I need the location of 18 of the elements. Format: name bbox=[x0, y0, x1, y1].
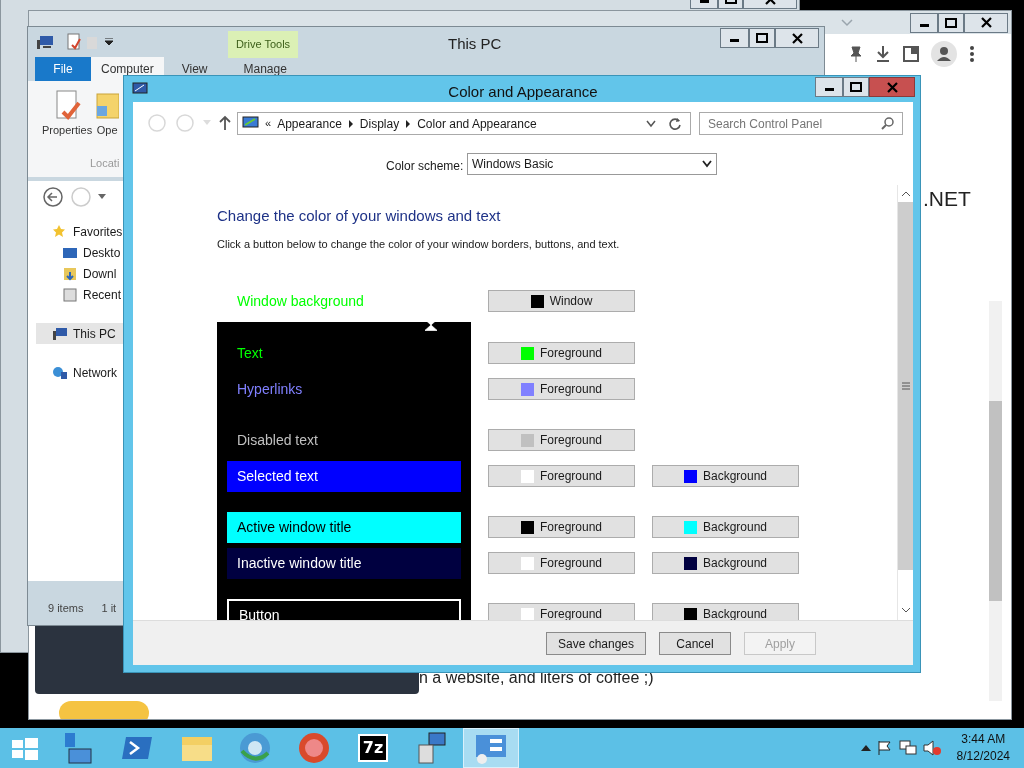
window-title: This PC bbox=[448, 34, 502, 54]
preview-label: Selected text bbox=[237, 466, 318, 486]
preview-label: Disabled text bbox=[237, 431, 318, 448]
dialog-title: Color and Appearance bbox=[447, 82, 599, 102]
status-text: 9 items bbox=[48, 601, 84, 616]
preview-label: Text bbox=[237, 344, 263, 361]
section-heading: Change the color of your windows and text bbox=[217, 206, 502, 226]
status-text: 1 it bbox=[101, 601, 117, 616]
preview-label: Button bbox=[239, 606, 280, 620]
preview-label: Window background bbox=[237, 292, 364, 309]
preview-label: Inactive window title bbox=[237, 553, 362, 573]
field-label: Color scheme: bbox=[386, 158, 464, 175]
ribbon-group-label: Locati bbox=[90, 156, 120, 171]
page-heading: .NET bbox=[923, 186, 971, 212]
preview-label: Hyperlinks bbox=[237, 380, 303, 397]
archiver-icon: 7z bbox=[357, 734, 389, 762]
preview-label: Active window title bbox=[237, 517, 352, 537]
instruction-text: Click a button below to change the color of your window borders, buttons, and text. bbox=[217, 236, 621, 252]
